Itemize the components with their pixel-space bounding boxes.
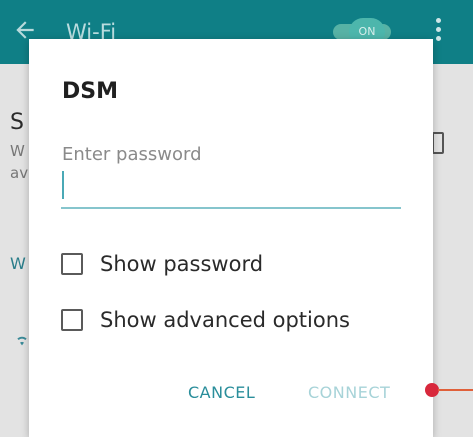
cancel-button[interactable]: CANCEL <box>188 377 255 409</box>
show-password-checkbox[interactable] <box>61 253 83 275</box>
show-advanced-options-label[interactable]: Show advanced options <box>100 307 350 333</box>
touch-marker-dot <box>425 383 439 397</box>
text-caret <box>62 171 64 199</box>
show-password-label[interactable]: Show password <box>100 251 263 277</box>
network-name: DSM <box>62 79 118 104</box>
show-advanced-options-option[interactable]: Show advanced options <box>61 304 350 336</box>
wifi-icon <box>17 336 27 346</box>
touch-marker-line <box>438 389 473 391</box>
show-password-option[interactable]: Show password <box>61 248 263 280</box>
more-vert-icon[interactable] <box>436 18 442 44</box>
background-text-fragment: av <box>10 164 29 182</box>
show-advanced-options-checkbox[interactable] <box>61 309 83 331</box>
wifi-password-dialog: DSM Enter password Show password Show ad… <box>29 39 433 437</box>
password-input[interactable] <box>61 167 401 209</box>
password-label: Enter password <box>62 144 202 165</box>
connect-button[interactable]: CONNECT <box>308 377 390 409</box>
background-section-fragment: W <box>10 254 26 273</box>
background-heading-fragment: S <box>10 110 24 135</box>
background-checkbox <box>432 132 444 154</box>
background-text-fragment: W <box>10 142 25 160</box>
